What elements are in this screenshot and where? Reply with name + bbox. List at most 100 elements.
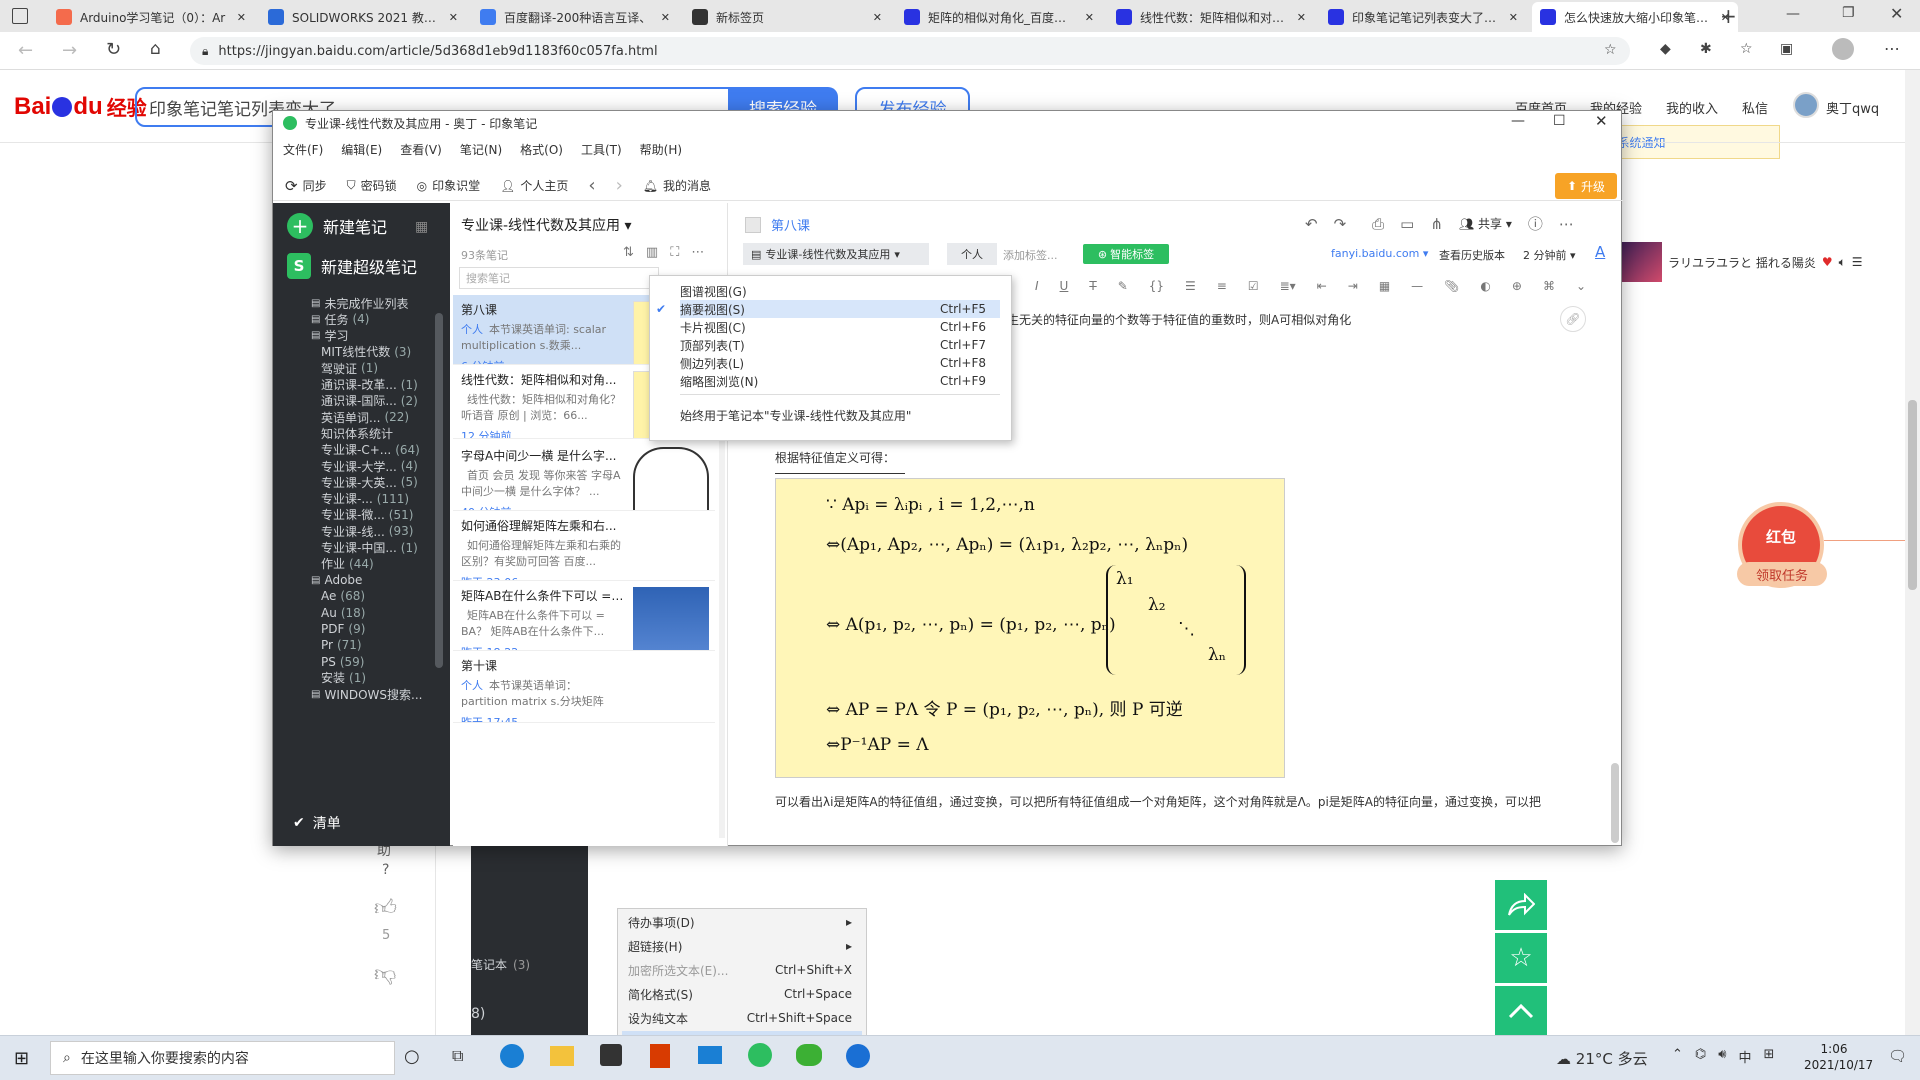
- formula-image[interactable]: ∵ Apᵢ = λᵢpᵢ , i = 1,2,⋯,n ⇔(Ap₁, Ap₂, ⋯…: [775, 478, 1285, 778]
- note-card[interactable]: 第十课个人本节课英语单词： partition matrix s.分块矩阵 bl…: [453, 651, 715, 723]
- menu-always-apply[interactable]: 始终用于笔记本"专业课-线性代数及其应用": [680, 406, 1000, 424]
- keyboard-icon[interactable]: ⊞: [1763, 1047, 1774, 1066]
- tab-close-icon[interactable]: ✕: [1297, 11, 1306, 24]
- heart-icon[interactable]: ♥: [1822, 255, 1833, 269]
- note-card[interactable]: 如何通俗理解矩阵左乘和右... 如何通俗理解矩阵左乘和右乘的区别？有奖励可回答 百…: [453, 511, 715, 581]
- present-icon[interactable]: ▭: [1400, 215, 1414, 233]
- notebook-title[interactable]: 专业课-线性代数及其应用 ▾: [461, 215, 632, 235]
- refresh-icon[interactable]: ↻: [106, 39, 121, 60]
- audio-icon[interactable]: ◐: [1480, 279, 1490, 293]
- star-float-button[interactable]: ☆: [1495, 933, 1547, 983]
- extension-icon[interactable]: ◆: [1660, 41, 1671, 57]
- minimize-icon[interactable]: —: [1786, 6, 1800, 22]
- grid-icon[interactable]: ▦: [415, 219, 428, 235]
- italic-icon[interactable]: I: [1035, 279, 1039, 293]
- browser-tab[interactable]: 印象笔记笔记列表变大了_百度 ✕: [1320, 2, 1526, 32]
- clock[interactable]: 1:06 2021/10/17: [1804, 1041, 1873, 1073]
- outdent-icon[interactable]: ⇤: [1317, 279, 1327, 293]
- tab-close-icon[interactable]: ✕: [1509, 11, 1518, 24]
- add-tag-input[interactable]: 添加标签...: [1003, 247, 1058, 263]
- context-menu-item[interactable]: 超链接(H) ▸: [622, 935, 862, 957]
- note-text-1[interactable]: 生无关的特征向量的个数等于特征值的重数时，则A可相似对角化: [1007, 311, 1351, 328]
- history-button[interactable]: 查看历史版本: [1439, 247, 1505, 263]
- profile-avatar[interactable]: [1832, 38, 1854, 60]
- wechat-icon[interactable]: [796, 1044, 822, 1066]
- notebook-selector[interactable]: ▤ 专业课-线性代数及其应用 ▾: [743, 243, 929, 265]
- more-format-icon[interactable]: ⊕: [1512, 279, 1522, 293]
- taskbar-search[interactable]: ⌕ 在这里输入你要搜索的内容: [50, 1041, 395, 1075]
- username[interactable]: 奥丁qwq: [1826, 98, 1879, 117]
- link-messages[interactable]: 私信: [1742, 98, 1768, 117]
- cortana-icon[interactable]: ○: [404, 1046, 420, 1067]
- browser-tab[interactable]: 百度翻译-200种语言互译、 ✕: [472, 2, 678, 32]
- note-search-input[interactable]: 搜索笔记: [459, 267, 659, 289]
- align-icon[interactable]: ≣▾: [1280, 279, 1296, 293]
- menu-item[interactable]: 格式(O): [520, 141, 563, 161]
- nav-back-button[interactable]: ‹: [588, 175, 595, 196]
- classroom-button[interactable]: ◎ 印象识堂: [417, 177, 481, 194]
- task-view-icon[interactable]: ⧉: [452, 1046, 463, 1066]
- view-menu-item[interactable]: 图谱视图(G): [680, 282, 1000, 300]
- menu-item[interactable]: 编辑(E): [341, 141, 382, 161]
- browser-tab[interactable]: 线性代数：矩阵相似和对角化 ✕: [1108, 2, 1314, 32]
- view-menu-item[interactable]: 顶部列表(T) Ctrl+F7: [680, 336, 1000, 354]
- user-avatar[interactable]: [1793, 92, 1819, 118]
- bullet-list-icon[interactable]: ☰: [1185, 279, 1196, 293]
- win-minimize-icon[interactable]: —: [1511, 113, 1525, 129]
- browser-tab[interactable]: 怎么快速放大缩小印象笔记中 ✕: [1532, 2, 1738, 32]
- bag-icon[interactable]: ⛶: [670, 245, 679, 260]
- checkbox-icon[interactable]: ☑: [1248, 279, 1259, 293]
- weather[interactable]: ☁ 21°C 多云: [1556, 1048, 1648, 1069]
- volume-icon[interactable]: 🔈︎: [1839, 255, 1846, 270]
- hr-icon[interactable]: —: [1411, 279, 1423, 293]
- notification-icon[interactable]: 🗨︎: [1888, 1047, 1907, 1065]
- forward-icon[interactable]: →: [62, 40, 77, 61]
- url-field[interactable]: 🔒︎ https://jingyan.baidu.com/article/5d3…: [190, 37, 1630, 65]
- context-menu-item[interactable]: 简化格式(S) Ctrl+Space: [622, 983, 862, 1005]
- win-maximize-icon[interactable]: ☐: [1553, 113, 1566, 129]
- tab-close-icon[interactable]: ✕: [661, 11, 670, 24]
- share-button[interactable]: 👥︎ 共享 ▾: [1459, 215, 1512, 232]
- personal-tag[interactable]: 个人: [947, 243, 997, 265]
- profile-button[interactable]: 👤︎ 个人主页: [500, 177, 568, 194]
- volume-tray-icon[interactable]: 🔊︎: [1718, 1047, 1726, 1066]
- browser-tab[interactable]: Arduino学习笔记（0）：Ar ✕: [48, 2, 254, 32]
- menu-item[interactable]: 查看(V): [400, 141, 442, 161]
- store-icon[interactable]: [600, 1044, 622, 1066]
- password-lock-button[interactable]: ⛉ 密码锁: [347, 177, 397, 194]
- underline-icon[interactable]: U: [1060, 279, 1069, 293]
- tab-close-icon[interactable]: ✕: [873, 11, 882, 24]
- checklist-item[interactable]: ✔ 清单: [293, 813, 341, 833]
- indent-icon[interactable]: ⇥: [1348, 279, 1358, 293]
- claim-task-button[interactable]: 领取任务: [1737, 562, 1827, 586]
- office-icon[interactable]: [650, 1044, 670, 1068]
- tray-chevron-icon[interactable]: ⌃: [1672, 1047, 1683, 1066]
- tab-close-icon[interactable]: ✕: [1085, 11, 1094, 24]
- table-icon[interactable]: ▦: [1379, 279, 1390, 293]
- view-menu-item[interactable]: 缩略图浏览(N) Ctrl+F9: [680, 372, 1000, 390]
- source-link[interactable]: fanyi.baidu.com ▾: [1331, 247, 1428, 260]
- share-float-button[interactable]: [1495, 880, 1547, 930]
- context-menu-item[interactable]: 待办事项(D) ▸: [622, 911, 862, 933]
- shortcut-icon[interactable]: ⌘: [1543, 279, 1555, 293]
- scrollbar-thumb[interactable]: [1908, 400, 1917, 590]
- edge-icon[interactable]: [500, 1044, 524, 1068]
- note-title[interactable]: 第八课: [771, 215, 810, 234]
- more-icon[interactable]: ⋯: [1884, 39, 1900, 58]
- win-close-icon[interactable]: ✕: [1595, 112, 1608, 130]
- back-to-top-button[interactable]: [1495, 986, 1547, 1036]
- menu-item[interactable]: 工具(T): [581, 141, 622, 161]
- editor-scrollbar[interactable]: [1611, 763, 1619, 843]
- puzzle-icon[interactable]: ✱: [1700, 41, 1712, 57]
- new-tab-button[interactable]: +: [1720, 4, 1737, 28]
- link-my-income[interactable]: 我的收入: [1666, 98, 1718, 117]
- more-dots-icon[interactable]: ⋯: [691, 245, 704, 260]
- share-nodes-icon[interactable]: ⋔: [1430, 215, 1443, 233]
- note-text-2[interactable]: 根据特征值定义可得：: [775, 449, 895, 466]
- thumbs-up-icon[interactable]: 👍︎: [374, 894, 397, 921]
- network-icon[interactable]: ⌬: [1695, 1047, 1706, 1066]
- thumbs-down-icon[interactable]: 👎︎: [374, 960, 396, 987]
- link-icon[interactable]: 🔗︎: [1560, 306, 1586, 332]
- note-text-3[interactable]: 可以看出λi是矩阵A的特征值组，通过变换，可以把所有特征值组成一个对角矩阵，这个…: [775, 793, 1570, 811]
- explorer-icon[interactable]: [550, 1046, 574, 1066]
